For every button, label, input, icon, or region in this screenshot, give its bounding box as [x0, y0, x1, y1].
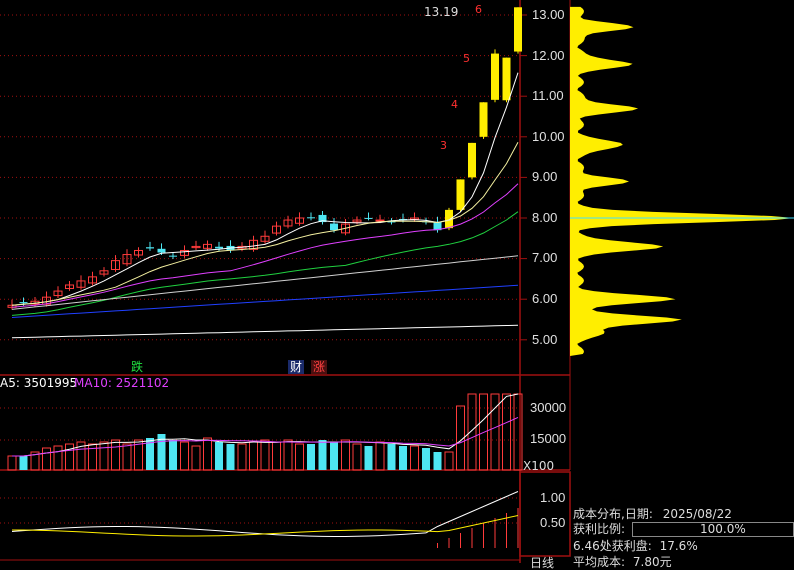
- price-tick-13: 13.00: [532, 7, 565, 22]
- volume-bar: [444, 451, 454, 471]
- volume-bar: [237, 443, 247, 471]
- price-tick-6: 6.00: [532, 291, 558, 306]
- volume-bar: [422, 448, 430, 470]
- avg-cost-value: 7.80元: [632, 555, 672, 569]
- candle-body: [514, 7, 522, 52]
- profit-at-row: 6.46处获利盘: 17.6%: [573, 539, 698, 553]
- indicator-line-2: [11, 515, 519, 537]
- ind-tick-1: 1.00: [540, 490, 566, 505]
- volume-bar: [53, 445, 63, 471]
- last-high-label: 13.19: [424, 5, 459, 19]
- vol-tick-15000: 15000: [530, 431, 567, 446]
- price-tick-11: 11.00: [532, 88, 564, 103]
- volume-bar: [502, 393, 511, 471]
- volume-bar: [226, 444, 235, 470]
- volume-bar: [330, 442, 338, 470]
- stock-chart[interactable]: [0, 0, 794, 563]
- candle-body: [456, 179, 465, 210]
- volume-bar: [307, 444, 315, 470]
- vol-tick-30000: 30000: [530, 400, 567, 415]
- candle-body: [330, 223, 338, 231]
- event-flag-finance[interactable]: 财: [288, 360, 305, 374]
- volume-bar: [260, 439, 270, 471]
- price-tick-12: 12.00: [532, 48, 565, 63]
- volume-bar: [387, 444, 396, 470]
- profit-at-label: 6.46处获利盘:: [573, 539, 652, 553]
- price-tick-10: 10.00: [532, 129, 565, 144]
- indicator-frame: [519, 471, 571, 557]
- ma250-line: [11, 324, 519, 339]
- candle-body: [19, 302, 28, 304]
- volume-bar: [180, 441, 189, 471]
- candle-body: [157, 248, 166, 253]
- ind-tick-050: 0.50: [540, 515, 566, 530]
- price-tick-5: 5.00: [532, 332, 558, 347]
- volume-bar: [215, 442, 223, 470]
- vol-ma10-line: [12, 416, 519, 457]
- candle-body: [468, 142, 476, 178]
- volume-bar: [283, 439, 293, 471]
- candle-body: [375, 219, 385, 222]
- vol-ma10-label: MA10: 2521102: [74, 376, 170, 390]
- volume-bar: [272, 441, 281, 471]
- cost-distribution: [570, 6, 794, 357]
- profit-ratio-label: 获利比例:: [573, 522, 626, 536]
- volume-bar: [203, 437, 212, 471]
- cost-date: 2025/08/22: [662, 507, 732, 521]
- marker-5: 5: [463, 52, 470, 65]
- candle-body: [169, 255, 177, 257]
- profit-at-value: 17.6%: [659, 539, 698, 553]
- volume-bar: [65, 443, 74, 471]
- event-flag-fall[interactable]: 跌: [129, 360, 145, 374]
- volume-bar: [295, 443, 304, 471]
- candle-body: [479, 102, 488, 137]
- volume-bar: [467, 393, 477, 471]
- volume-bar: [99, 441, 109, 471]
- ma5-line: [11, 72, 519, 306]
- candle-body: [502, 57, 511, 101]
- cost-title: 成本分布,日期: 2025/08/22: [573, 507, 732, 521]
- volume-bar: [410, 445, 419, 471]
- volume-bar: [191, 445, 201, 471]
- price-tick-8: 8.00: [532, 210, 558, 225]
- marker-3: 3: [440, 139, 447, 152]
- price-tick-7: 7.00: [532, 250, 558, 265]
- profit-ratio-row: 获利比例:: [573, 522, 625, 536]
- ma10-line: [11, 142, 519, 306]
- volume-bar: [364, 446, 373, 470]
- volume-bar: [433, 452, 442, 470]
- price-tick-9: 9.00: [532, 169, 558, 184]
- volume-bar: [169, 440, 177, 470]
- volume-bar: [399, 446, 407, 470]
- volume-bar: [42, 447, 51, 471]
- candle-body: [215, 246, 223, 249]
- period-label[interactable]: 日线: [530, 556, 554, 570]
- volume-bar: [249, 441, 258, 471]
- volume-bar: [341, 439, 350, 471]
- volume-bar: [122, 443, 132, 471]
- volume-bar: [19, 456, 28, 470]
- vol-unit-label: X100: [523, 459, 555, 473]
- candle-body: [364, 217, 373, 219]
- avg-cost-row: 平均成本: 7.80元: [573, 555, 672, 569]
- profit-ratio-value: 100.0%: [700, 522, 746, 536]
- cost-title-label: 成本分布,日期:: [573, 507, 653, 521]
- marker-6: 6: [475, 3, 482, 16]
- candle-body: [491, 53, 499, 100]
- event-flag-rise[interactable]: 涨: [311, 360, 328, 374]
- avg-cost-label: 平均成本:: [573, 555, 626, 569]
- candle-body: [146, 247, 154, 249]
- volume-bar: [375, 441, 385, 471]
- volume-bar: [7, 455, 17, 471]
- candle-body: [307, 217, 315, 219]
- volume-bar: [111, 439, 120, 471]
- marker-4: 4: [451, 98, 458, 111]
- volume-bar: [513, 393, 523, 471]
- vol-ma5-label: A5: 3501995: [0, 376, 78, 390]
- volume-bar: [352, 443, 362, 471]
- vol-ma5-line: [12, 393, 519, 457]
- volume-bar: [318, 440, 327, 470]
